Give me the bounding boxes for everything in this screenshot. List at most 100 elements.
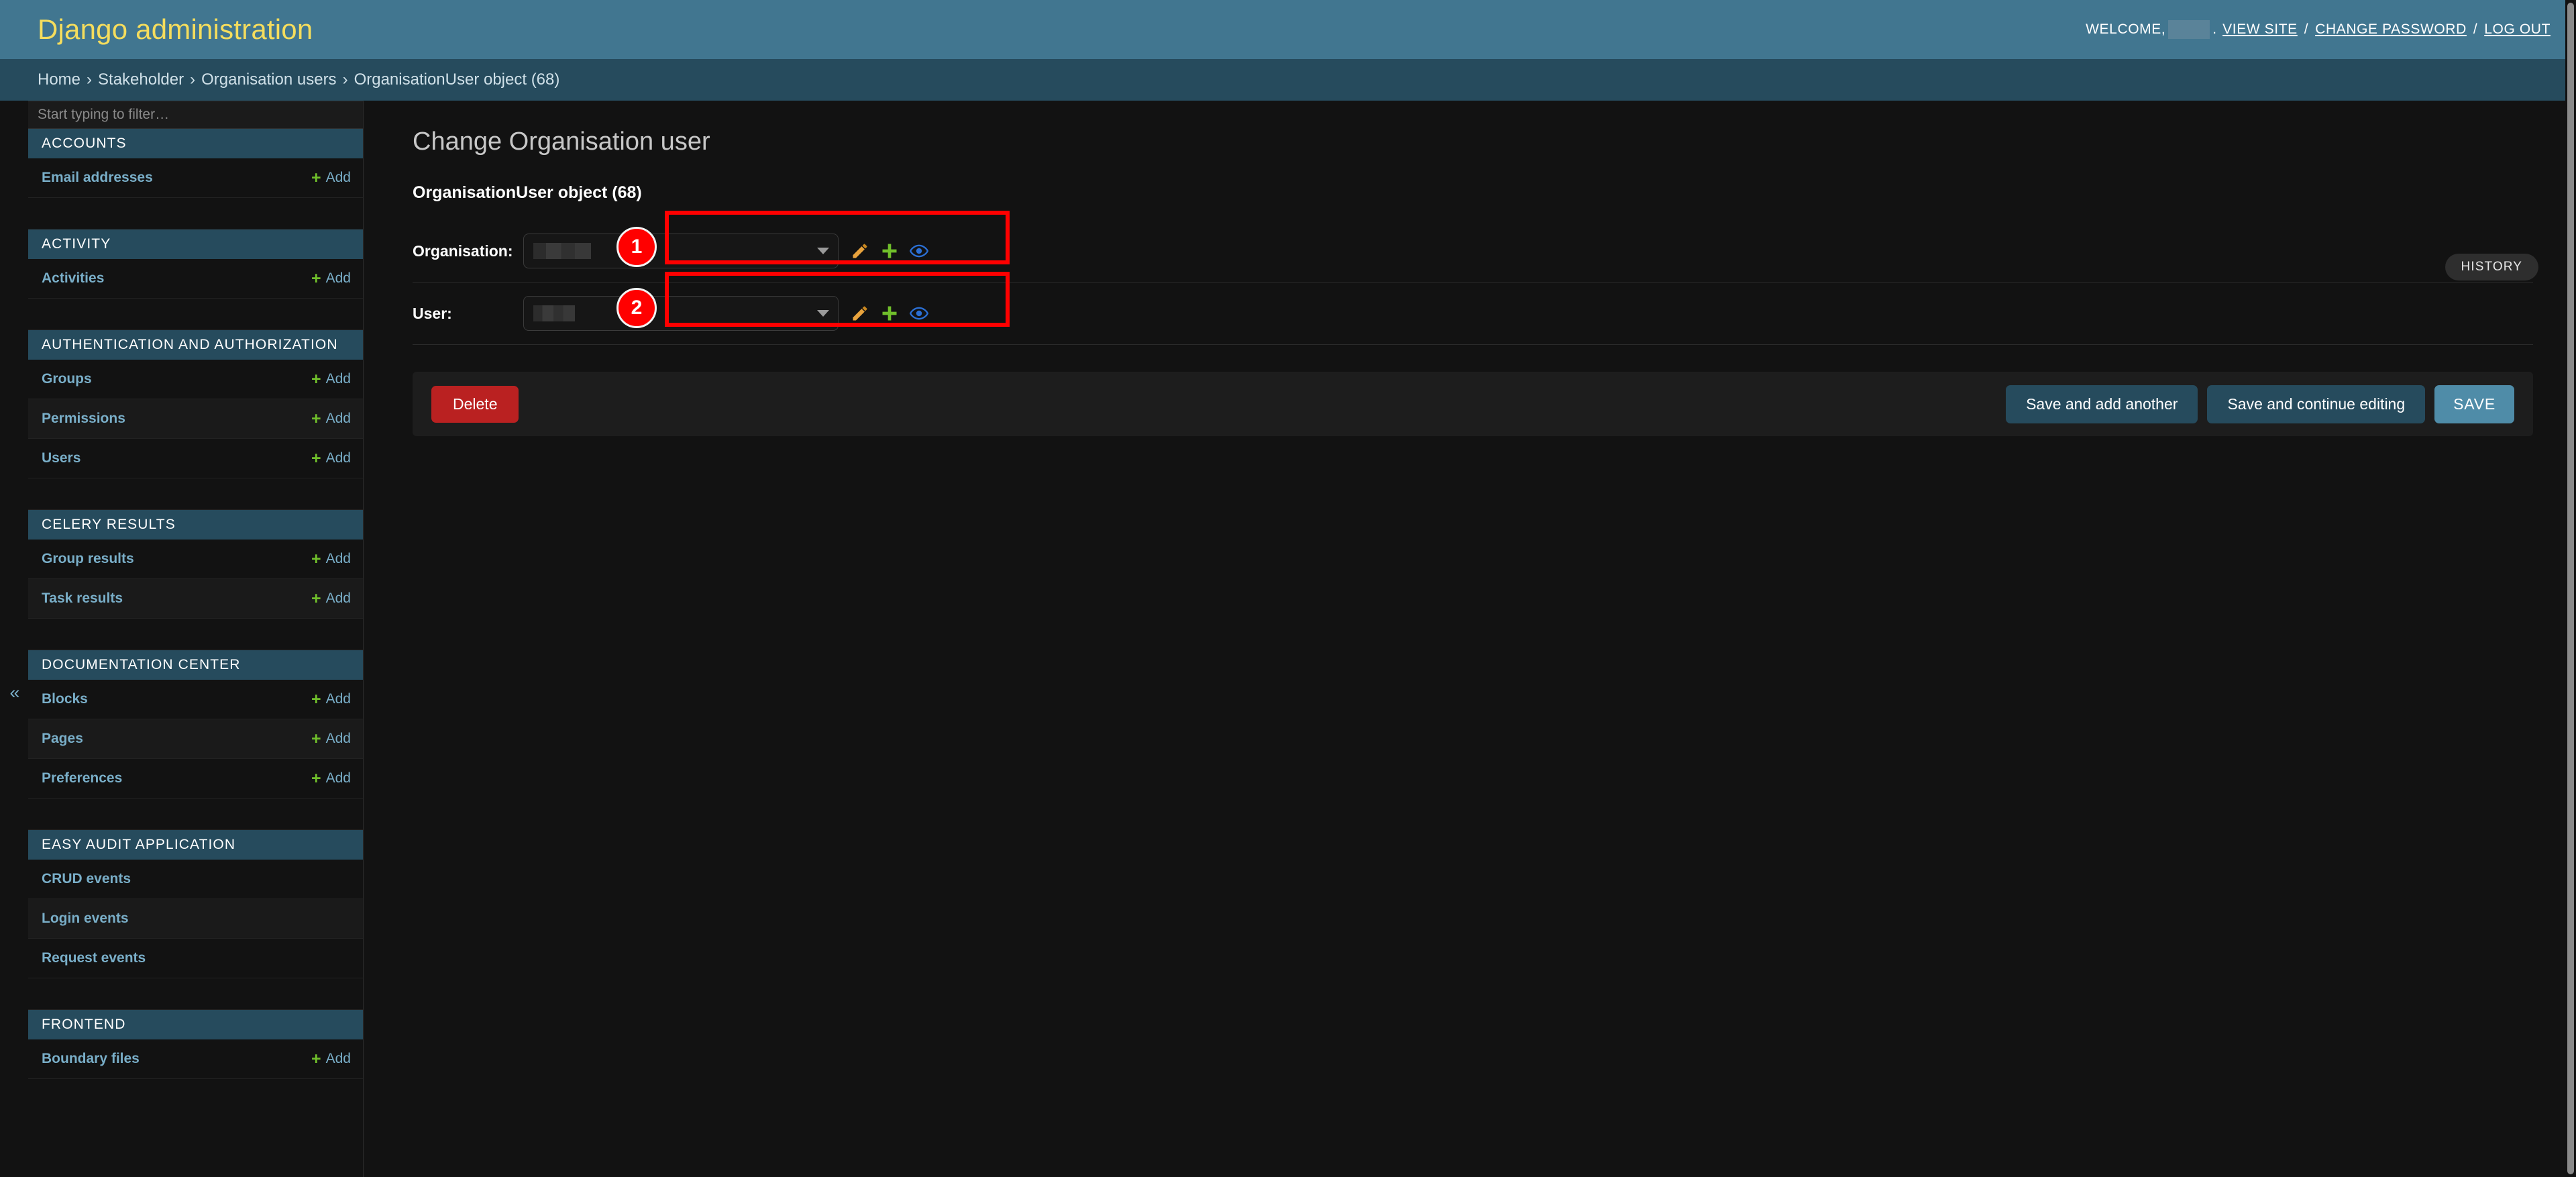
sidebar-add-preferences[interactable]: + Add — [311, 770, 351, 787]
plus-icon: + — [311, 768, 321, 788]
sidebar-app-accounts: ACCOUNTS Email addresses + Add — [28, 129, 363, 198]
breadcrumb-separator: › — [190, 70, 196, 89]
sidebar-item-label[interactable]: CRUD events — [42, 871, 131, 887]
plus-icon: + — [311, 268, 321, 288]
sidebar-item-label[interactable]: Users — [42, 450, 80, 466]
sidebar-add-activities[interactable]: + Add — [311, 270, 351, 287]
breadcrumb-item-organisation-users[interactable]: Organisation users — [201, 70, 336, 89]
sidebar-app-frontend: FRONTEND Boundary files + Add — [28, 1010, 363, 1079]
sidebar-add-group-results[interactable]: + Add — [311, 550, 351, 568]
sidebar-item-request-events[interactable]: Request events — [28, 939, 363, 978]
site-branding[interactable]: Django administration — [38, 13, 313, 46]
page-scrollbar-thumb[interactable] — [2567, 3, 2574, 1174]
sidebar-item-users[interactable]: Users + Add — [28, 439, 363, 478]
add-plus-icon[interactable] — [880, 242, 899, 260]
sidebar-add-permissions[interactable]: + Add — [311, 410, 351, 427]
sidebar-add-blocks[interactable]: + Add — [311, 689, 351, 709]
sidebar-filter-input[interactable] — [28, 101, 363, 129]
sidebar-item-label[interactable]: Task results — [42, 591, 123, 607]
sidebar-item-label[interactable]: Group results — [42, 551, 134, 567]
sidebar-app-auth: AUTHENTICATION AND AUTHORIZATION Groups … — [28, 330, 363, 478]
organisation-select[interactable] — [523, 234, 839, 268]
save-and-continue-editing-button[interactable]: Save and continue editing — [2207, 385, 2426, 423]
sidebar-add-label[interactable]: Add — [326, 371, 351, 387]
chevron-down-icon — [817, 248, 829, 254]
user-field-box — [523, 296, 928, 331]
sidebar-item-permissions[interactable]: Permissions + Add — [28, 399, 363, 439]
sidebar-add-label[interactable]: Add — [326, 411, 351, 427]
save-button[interactable]: SAVE — [2434, 385, 2514, 423]
sidebar-app-gap — [28, 299, 363, 330]
chevron-down-icon — [817, 310, 829, 317]
sidebar-add-label[interactable]: Add — [326, 591, 351, 607]
welcome-label: WELCOME, — [2086, 21, 2166, 37]
change-password-link[interactable]: CHANGE PASSWORD — [2315, 21, 2467, 38]
plus-icon: + — [311, 369, 321, 389]
sidebar-item-boundary-files[interactable]: Boundary files + Add — [28, 1039, 363, 1079]
sidebar-item-group-results[interactable]: Group results + Add — [28, 540, 363, 579]
organisation-label: Organisation: — [413, 242, 513, 260]
sidebar-add-label[interactable]: Add — [326, 770, 351, 786]
user-select[interactable] — [523, 296, 839, 331]
sidebar-item-activities[interactable]: Activities + Add — [28, 259, 363, 299]
sidebar-add-pages[interactable]: + Add — [311, 729, 351, 748]
sidebar-add-label[interactable]: Add — [326, 1051, 351, 1067]
submit-row-right: Save and add another Save and continue e… — [2006, 385, 2514, 423]
sidebar-add-label[interactable]: Add — [326, 691, 351, 707]
add-plus-icon[interactable] — [880, 304, 899, 323]
sidebar-add-email-addresses[interactable]: + Add — [311, 169, 351, 187]
breadcrumb-item-stakeholder[interactable]: Stakeholder — [98, 70, 184, 89]
save-and-add-another-button[interactable]: Save and add another — [2006, 385, 2198, 423]
sidebar-item-task-results[interactable]: Task results + Add — [28, 579, 363, 619]
sidebar-add-task-results[interactable]: + Add — [311, 588, 351, 608]
plus-icon: + — [311, 689, 321, 709]
sidebar-add-boundary-files[interactable]: + Add — [311, 1049, 351, 1068]
breadcrumb-separator: › — [342, 70, 348, 89]
sidebar-item-email-addresses[interactable]: Email addresses + Add — [28, 158, 363, 198]
sidebar-add-label[interactable]: Add — [326, 170, 351, 186]
sidebar-item-label[interactable]: Boundary files — [42, 1051, 140, 1067]
sidebar-item-label[interactable]: Groups — [42, 371, 92, 387]
user-tools-separator-2: / — [2473, 21, 2478, 37]
log-out-link[interactable]: LOG OUT — [2484, 21, 2551, 38]
view-eye-icon[interactable] — [910, 242, 928, 260]
plus-icon: + — [311, 448, 321, 468]
sidebar-add-users[interactable]: + Add — [311, 450, 351, 467]
chevron-double-left-icon[interactable]: « — [5, 683, 24, 702]
sidebar-item-login-events[interactable]: Login events — [28, 899, 363, 939]
organisation-select-wrap[interactable] — [523, 234, 839, 268]
sidebar-add-label[interactable]: Add — [326, 270, 351, 287]
sidebar-item-groups[interactable]: Groups + Add — [28, 360, 363, 399]
plus-icon: + — [311, 729, 321, 748]
view-site-link[interactable]: VIEW SITE — [2222, 21, 2298, 38]
sidebar-item-label[interactable]: Preferences — [42, 770, 122, 786]
user-related-widgets — [851, 304, 928, 323]
user-select-wrap[interactable] — [523, 296, 839, 331]
sidebar-app-title: ACCOUNTS — [28, 129, 363, 158]
plus-icon: + — [311, 588, 321, 608]
page-scrollbar[interactable] — [2565, 0, 2576, 1177]
sidebar-add-groups[interactable]: + Add — [311, 369, 351, 389]
sidebar-item-label[interactable]: Pages — [42, 731, 83, 747]
sidebar-add-label[interactable]: Add — [326, 450, 351, 466]
delete-button[interactable]: Delete — [431, 385, 519, 423]
sidebar-add-label[interactable]: Add — [326, 551, 351, 567]
breadcrumb-item-home[interactable]: Home — [38, 70, 80, 89]
edit-pencil-icon[interactable] — [851, 304, 869, 323]
sidebar-item-label[interactable]: Blocks — [42, 691, 88, 707]
sidebar-item-label[interactable]: Permissions — [42, 411, 125, 427]
sidebar-item-label[interactable]: Email addresses — [42, 170, 153, 186]
sidebar-item-label[interactable]: Login events — [42, 911, 129, 927]
sidebar-item-pages[interactable]: Pages + Add — [28, 719, 363, 759]
sidebar-item-preferences[interactable]: Preferences + Add — [28, 759, 363, 799]
plus-icon: + — [311, 1049, 321, 1068]
sidebar-item-blocks[interactable]: Blocks + Add — [28, 680, 363, 719]
sidebar-app-celery-results: CELERY RESULTS Group results + Add Task … — [28, 510, 363, 619]
sidebar-item-label[interactable]: Activities — [42, 270, 104, 287]
sidebar-add-label[interactable]: Add — [326, 731, 351, 747]
sidebar-app-gap — [28, 978, 363, 1010]
sidebar-item-label[interactable]: Request events — [42, 950, 146, 966]
edit-pencil-icon[interactable] — [851, 242, 869, 260]
sidebar-item-crud-events[interactable]: CRUD events — [28, 860, 363, 899]
view-eye-icon[interactable] — [910, 304, 928, 323]
